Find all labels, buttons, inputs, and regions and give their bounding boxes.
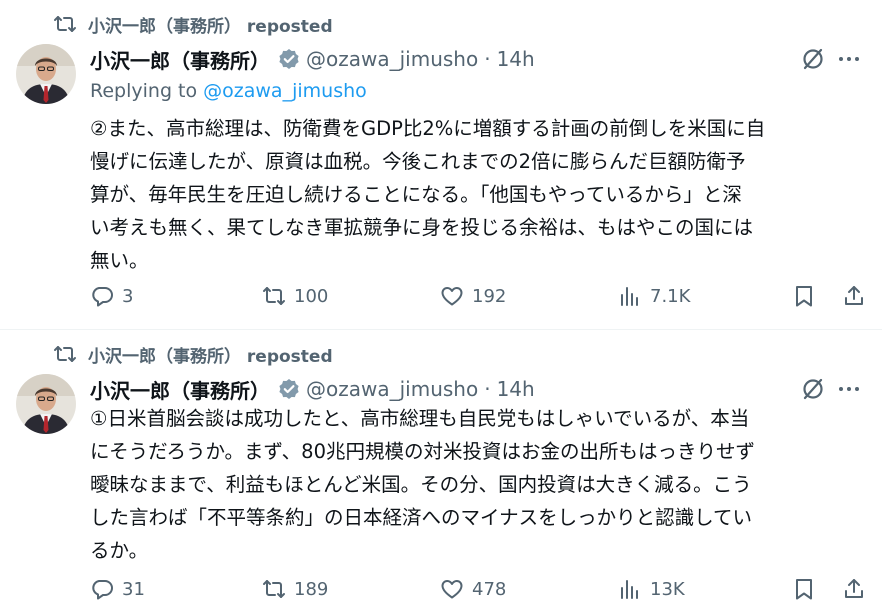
views-count: 7.1K bbox=[650, 285, 691, 307]
repost-icon bbox=[262, 577, 294, 601]
bookmark-button[interactable] bbox=[792, 279, 816, 313]
views-icon bbox=[618, 577, 650, 601]
tweet-text-line: 慢げに伝達したが、原資は血税。今後これまでの2倍に膨らんだ巨額防衛予 bbox=[90, 150, 746, 173]
replying-to: Replying to @ozawa_jimusho bbox=[90, 80, 367, 102]
repost-icon bbox=[52, 344, 78, 364]
grok-icon[interactable] bbox=[800, 376, 826, 402]
repost-button[interactable]: 189 bbox=[262, 572, 328, 606]
repost-icon bbox=[52, 14, 78, 34]
more-icon[interactable] bbox=[836, 46, 862, 72]
verified-badge-icon[interactable] bbox=[278, 48, 300, 70]
repost-count: 100 bbox=[294, 285, 329, 307]
views-count: 13K bbox=[650, 578, 685, 600]
reply-button[interactable]: 3 bbox=[90, 279, 133, 313]
avatar[interactable] bbox=[16, 44, 76, 104]
action-bar: 31 189 478 13K bbox=[84, 572, 868, 606]
views-button[interactable]: 13K bbox=[618, 572, 685, 606]
share-button[interactable] bbox=[842, 279, 866, 313]
bookmark-icon bbox=[792, 577, 816, 601]
author-name[interactable]: 小沢一郎（事務所） bbox=[90, 45, 270, 74]
views-icon bbox=[618, 284, 650, 308]
repost-count: 189 bbox=[294, 578, 329, 600]
tweet-text-line: ①日米首脳会談は成功したと、高市総理も自民党もはしゃいでいるが、本当 bbox=[90, 407, 750, 430]
share-icon bbox=[842, 284, 866, 308]
bookmark-icon bbox=[792, 284, 816, 308]
repost-label: 小沢一郎（事務所） reposted bbox=[88, 346, 333, 367]
tweet-text-line: にそうだろうか。まず、80兆円規模の対米投資はお金の出所もはっきりせず bbox=[90, 440, 755, 463]
tweet-text-line: ②また、高市総理は、防衛費をGDP比2%に増額する計画の前倒しを米国に自 bbox=[90, 117, 766, 140]
tweet-text-line: い考えも無く、果てしなき軍拡競争に身を投じる余裕は、もはやこの国には bbox=[90, 216, 754, 239]
share-button[interactable] bbox=[842, 572, 866, 606]
repost-button[interactable]: 100 bbox=[262, 279, 328, 313]
author-handle[interactable]: @ozawa_jimusho bbox=[306, 47, 478, 71]
separator-dot: · bbox=[484, 377, 491, 401]
tweet-text-line: 算が、毎年民生を圧迫し続けることになる。「他国もやっているから」と深 bbox=[90, 183, 742, 206]
reply-icon bbox=[90, 284, 122, 308]
reply-icon bbox=[90, 577, 122, 601]
separator-dot: · bbox=[484, 47, 491, 71]
verified-badge-icon[interactable] bbox=[278, 378, 300, 400]
bookmark-button[interactable] bbox=[792, 572, 816, 606]
action-bar: 3 100 192 7.1K bbox=[84, 279, 868, 313]
tweet-text: ①日米首脳会談は成功したと、高市総理も自民党もはしゃいでいるが、本当 にそうだろ… bbox=[90, 402, 870, 567]
like-icon bbox=[440, 577, 472, 601]
author-handle[interactable]: @ozawa_jimusho bbox=[306, 377, 478, 401]
replying-prefix: Replying to bbox=[90, 80, 204, 102]
reply-count: 3 bbox=[122, 285, 134, 307]
tweet-text-line: るか。 bbox=[90, 539, 149, 562]
share-icon bbox=[842, 577, 866, 601]
reply-button[interactable]: 31 bbox=[90, 572, 145, 606]
tweet[interactable]: 小沢一郎（事務所） reposted 小沢一郎（事務所） @ozawa_jimu… bbox=[0, 0, 882, 330]
like-button[interactable]: 192 bbox=[440, 279, 506, 313]
more-icon[interactable] bbox=[836, 376, 862, 402]
repost-label: 小沢一郎（事務所） reposted bbox=[88, 16, 333, 37]
reply-count: 31 bbox=[122, 578, 145, 600]
timestamp[interactable]: 14h bbox=[497, 47, 535, 71]
tweet[interactable]: 小沢一郎（事務所） reposted 小沢一郎（事務所） @ozawa_jimu… bbox=[0, 330, 882, 616]
like-icon bbox=[440, 284, 472, 308]
avatar[interactable] bbox=[16, 374, 76, 434]
tweet-text-line: した言わば「不平等条約」の日本経済へのマイナスをしっかりと認識してい bbox=[90, 506, 753, 529]
repost-indicator[interactable]: 小沢一郎（事務所） reposted bbox=[52, 342, 333, 367]
tweet-text-line: 曖昧なままで、利益もほとんど米国。その分、国内投資は大きく減る。こう bbox=[90, 473, 752, 496]
timestamp[interactable]: 14h bbox=[497, 377, 535, 401]
tweet-header: 小沢一郎（事務所） @ozawa_jimusho · 14h bbox=[90, 44, 882, 74]
views-button[interactable]: 7.1K bbox=[618, 279, 690, 313]
like-count: 192 bbox=[472, 285, 507, 307]
author-name[interactable]: 小沢一郎（事務所） bbox=[90, 375, 270, 404]
like-count: 478 bbox=[472, 578, 507, 600]
tweet-header: 小沢一郎（事務所） @ozawa_jimusho · 14h bbox=[90, 374, 882, 404]
tweet-text-line: 無い。 bbox=[90, 249, 149, 272]
replying-mention-link[interactable]: @ozawa_jimusho bbox=[203, 80, 367, 102]
like-button[interactable]: 478 bbox=[440, 572, 506, 606]
grok-icon[interactable] bbox=[800, 46, 826, 72]
tweet-text: ②また、高市総理は、防衛費をGDP比2%に増額する計画の前倒しを米国に自 慢げに… bbox=[90, 112, 870, 277]
repost-icon bbox=[262, 284, 294, 308]
repost-indicator[interactable]: 小沢一郎（事務所） reposted bbox=[52, 12, 333, 37]
